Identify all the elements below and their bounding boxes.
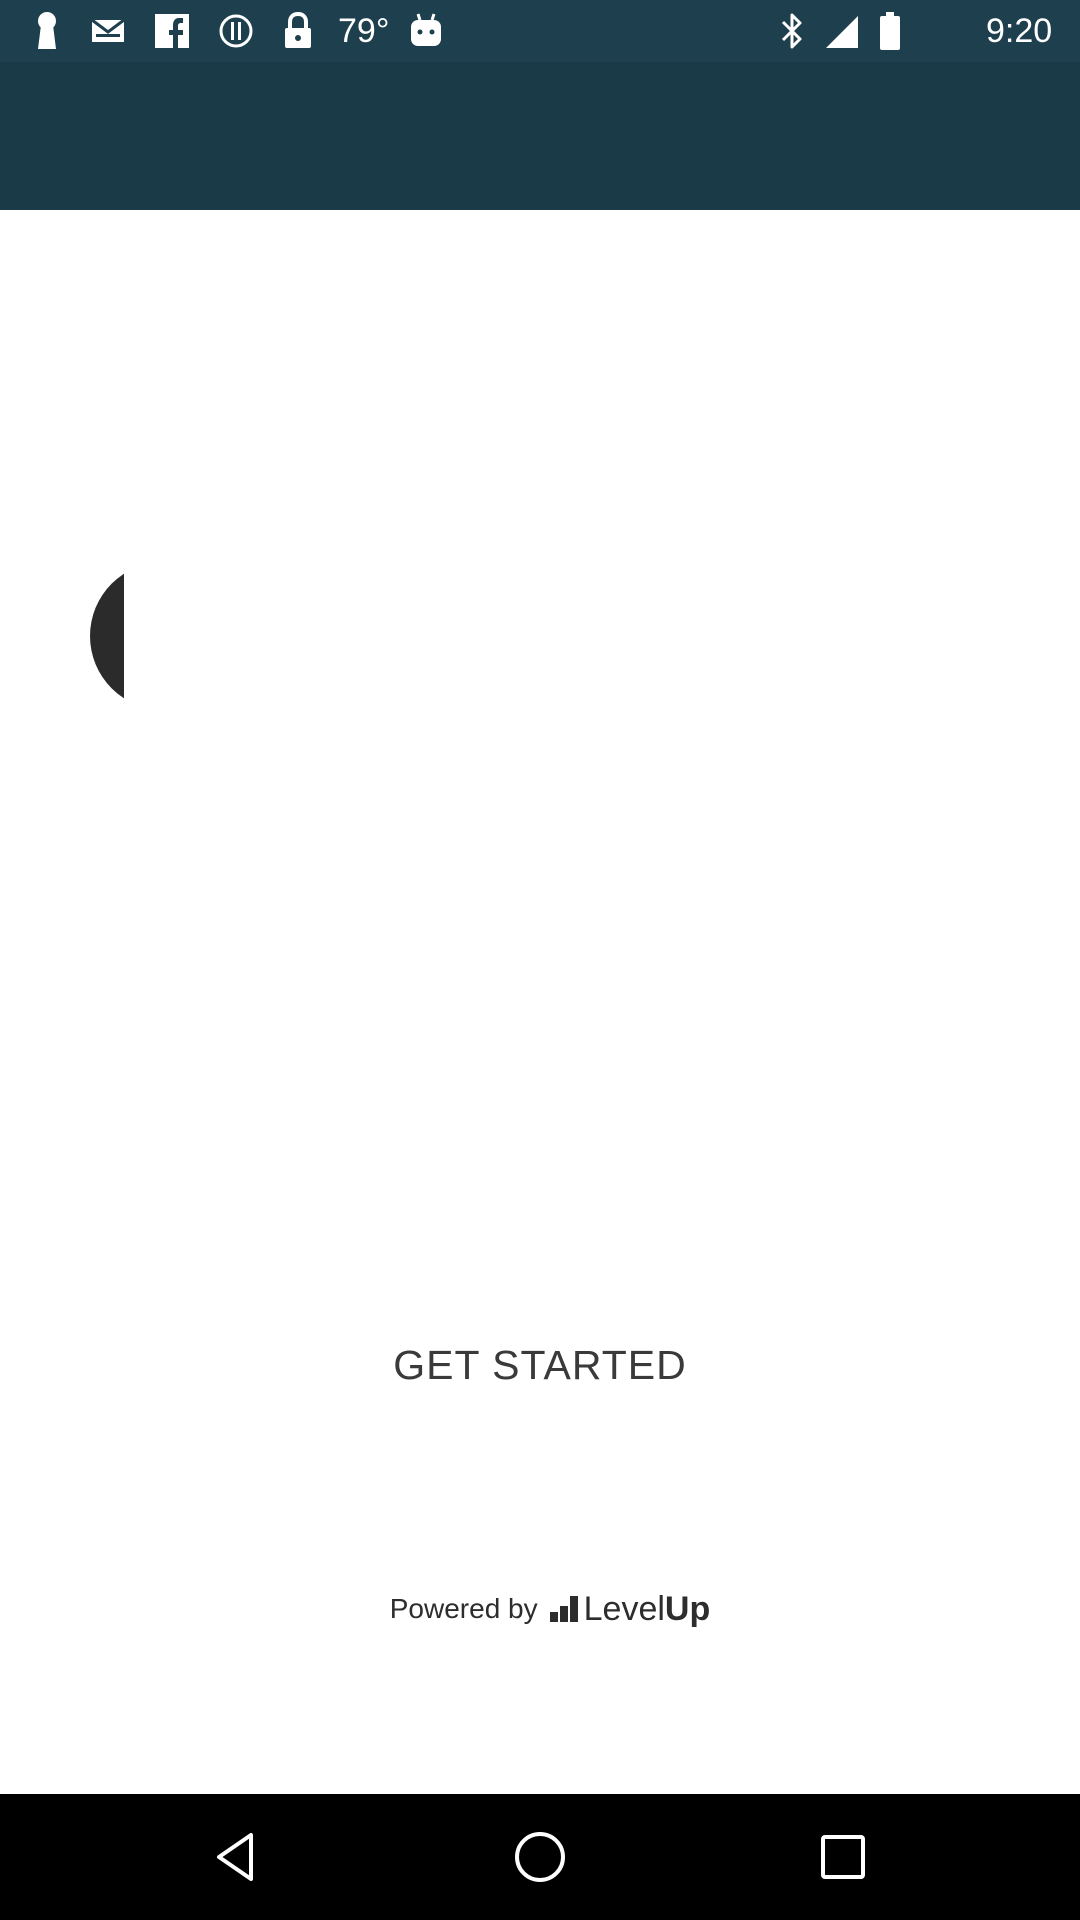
main-content xyxy=(0,210,1080,1794)
back-icon xyxy=(217,1833,253,1881)
lock-icon xyxy=(280,0,316,62)
powered-by-text: Powered by xyxy=(389,1593,538,1624)
powered-by-levelup: Powered by Level Up xyxy=(360,1586,740,1632)
get-started-button[interactable]: GET STARTED xyxy=(340,1330,740,1400)
clock-text: 9:20 xyxy=(986,12,1053,50)
home-button[interactable] xyxy=(480,1794,600,1920)
home-icon xyxy=(515,1832,565,1882)
loading-spinner xyxy=(90,562,124,710)
brand-level-text: Level xyxy=(583,1589,665,1628)
app-bar xyxy=(0,62,1080,210)
back-button[interactable] xyxy=(177,1794,297,1920)
recents-icon xyxy=(821,1835,865,1879)
battery-icon xyxy=(876,0,904,62)
recents-button[interactable] xyxy=(783,1794,903,1920)
android-icon xyxy=(406,0,446,62)
keyhole-icon xyxy=(30,0,64,62)
temperature-text: 79° xyxy=(338,12,390,50)
levelup-logo-icon xyxy=(549,1596,578,1622)
bluetooth-icon xyxy=(774,0,810,62)
facebook-icon xyxy=(152,0,192,62)
navigation-bar xyxy=(0,1794,1080,1920)
signal-icon xyxy=(822,0,862,62)
status-bar: 79° 9:20 xyxy=(0,0,1080,62)
info-circle-icon xyxy=(216,0,256,62)
brand-up-text: Up xyxy=(664,1589,711,1628)
inbox-icon xyxy=(88,0,128,62)
